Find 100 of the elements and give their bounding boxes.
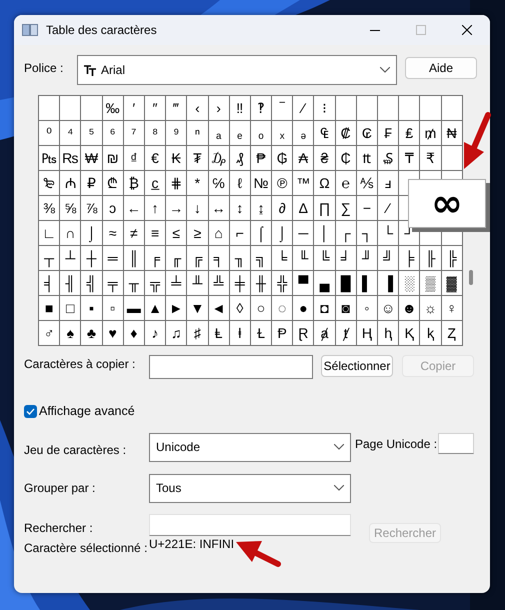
character-cell[interactable]: ┐ xyxy=(356,221,378,246)
help-button[interactable]: Aide xyxy=(405,57,477,79)
character-cell[interactable]: Ɫ xyxy=(250,321,272,346)
character-cell[interactable]: Ⱪ xyxy=(399,321,420,346)
character-cell[interactable]: ⋕ xyxy=(166,171,188,196)
character-cell[interactable]: ♀ xyxy=(442,296,463,321)
character-cell[interactable]: ₴ xyxy=(314,146,336,171)
character-cell[interactable]: │ xyxy=(314,221,336,246)
character-cell[interactable]: Ɽ xyxy=(293,321,314,346)
character-cell[interactable]: ₶ xyxy=(356,146,378,171)
character-cell[interactable]: ₔ xyxy=(293,121,314,146)
character-cell[interactable]: ≥ xyxy=(187,221,208,246)
character-cell[interactable]: ‰ xyxy=(102,96,124,121)
character-cell[interactable]: ₾ xyxy=(102,171,124,196)
character-cell[interactable]: ─ xyxy=(293,221,314,246)
search-field[interactable] xyxy=(149,514,351,536)
character-cell[interactable]: ₫ xyxy=(124,146,145,171)
character-cell[interactable] xyxy=(378,96,400,121)
character-cell[interactable]: ₤ xyxy=(399,121,420,146)
character-cell[interactable]: ℗ xyxy=(272,171,294,196)
character-cell[interactable]: ↨ xyxy=(250,196,272,221)
character-cell[interactable]: ■ xyxy=(39,296,60,321)
character-cell[interactable]: ∏ xyxy=(314,196,336,221)
character-cell[interactable]: ⁝ xyxy=(314,96,336,121)
character-cell[interactable]: ₼ xyxy=(60,171,82,196)
character-cell[interactable]: ░ xyxy=(399,271,420,296)
character-cell[interactable]: ≡ xyxy=(144,221,166,246)
select-button[interactable]: Sélectionner xyxy=(321,355,393,377)
character-cell[interactable]: □ xyxy=(60,296,82,321)
character-cell[interactable]: ₯ xyxy=(208,146,230,171)
character-cell[interactable]: ₰ xyxy=(230,146,251,171)
character-cell[interactable]: ╓ xyxy=(166,246,188,271)
character-cell[interactable] xyxy=(336,96,357,121)
character-cell[interactable]: ╜ xyxy=(356,246,378,271)
character-cell[interactable]: ⅝ xyxy=(60,196,82,221)
character-cell[interactable]: ╨ xyxy=(187,271,208,296)
character-cell[interactable]: ⱡ xyxy=(230,321,251,346)
character-cell[interactable]: ┴ xyxy=(60,246,82,271)
character-cell[interactable]: ╔ xyxy=(187,246,208,271)
character-cell[interactable]: ‼ xyxy=(230,96,251,121)
character-cell[interactable]: ╧ xyxy=(166,271,188,296)
character-cell[interactable]: ₑ xyxy=(230,121,251,146)
character-cell[interactable]: Ω xyxy=(314,171,336,196)
character-cell[interactable]: ╗ xyxy=(250,246,272,271)
character-cell[interactable]: ‾ xyxy=(272,96,294,121)
character-cell[interactable]: ▬ xyxy=(124,296,145,321)
character-cell[interactable]: ≤ xyxy=(166,221,188,246)
character-cell[interactable]: ₲ xyxy=(272,146,294,171)
character-cell[interactable]: ▒ xyxy=(420,271,442,296)
character-cell[interactable]: ↓ xyxy=(187,196,208,221)
character-cell[interactable]: ∑ xyxy=(336,196,357,221)
character-cell[interactable]: ║ xyxy=(124,246,145,271)
character-cell[interactable] xyxy=(420,96,442,121)
character-cell[interactable]: ← xyxy=(124,196,145,221)
character-cell[interactable]: ╥ xyxy=(124,271,145,296)
character-cell[interactable]: ₦ xyxy=(442,121,463,146)
character-cell[interactable]: ☺ xyxy=(378,296,400,321)
character-cell[interactable]: ◘ xyxy=(314,296,336,321)
character-cell[interactable]: ╙ xyxy=(293,246,314,271)
character-cell[interactable]: ∂ xyxy=(272,196,294,221)
character-cell[interactable]: ⅎ xyxy=(378,171,400,196)
character-cell[interactable]: ⁴ xyxy=(60,121,82,146)
character-cell[interactable]: № xyxy=(250,171,272,196)
character-cell[interactable]: ○ xyxy=(250,296,272,321)
character-cell[interactable] xyxy=(442,146,463,171)
character-cell[interactable]: ₥ xyxy=(420,121,442,146)
character-cell[interactable]: ╘ xyxy=(272,246,294,271)
character-cell[interactable]: ╫ xyxy=(250,271,272,296)
character-cell[interactable]: ₳ xyxy=(293,146,314,171)
character-cell[interactable]: ╣ xyxy=(81,271,103,296)
character-cell[interactable]: Ⱬ xyxy=(442,321,463,346)
character-cell[interactable]: ⁵ xyxy=(81,121,103,146)
advanced-checkbox[interactable] xyxy=(24,404,37,418)
character-cell[interactable]: ⌡ xyxy=(272,221,294,246)
character-cell[interactable] xyxy=(442,96,463,121)
character-cell[interactable]: ▓ xyxy=(442,271,463,296)
character-cell[interactable]: ╠ xyxy=(442,246,463,271)
character-cell[interactable]: ┼ xyxy=(81,246,103,271)
character-cell[interactable]: ⅍ xyxy=(356,171,378,196)
character-cell[interactable]: c̲ xyxy=(144,171,166,196)
character-cell[interactable]: ♦ xyxy=(124,321,145,346)
character-cell[interactable]: ∩ xyxy=(60,221,82,246)
character-cell[interactable]: ₡ xyxy=(336,121,357,146)
character-cell[interactable]: ₧ xyxy=(39,146,60,171)
character-cell[interactable]: ₪ xyxy=(102,146,124,171)
character-cell[interactable]: ♫ xyxy=(166,321,188,346)
character-cell[interactable]: ↔ xyxy=(208,196,230,221)
character-cell[interactable]: ┌ xyxy=(336,221,357,246)
character-cell[interactable]: ◦ xyxy=(356,296,378,321)
character-cell[interactable]: ‹ xyxy=(187,96,208,121)
character-cell[interactable]: ♠ xyxy=(60,321,82,346)
character-cell[interactable]: ♣ xyxy=(81,321,103,346)
character-cell[interactable]: ╞ xyxy=(399,246,420,271)
character-cell[interactable]: ↕ xyxy=(230,196,251,221)
character-cell[interactable]: ∆ xyxy=(293,196,314,221)
character-cell[interactable]: ™ xyxy=(293,171,314,196)
character-cell[interactable]: ▪ xyxy=(81,296,103,321)
character-cell[interactable]: ≈ xyxy=(102,221,124,246)
scrollbar-thumb[interactable] xyxy=(468,270,473,285)
character-cell[interactable]: ″ xyxy=(144,96,166,121)
